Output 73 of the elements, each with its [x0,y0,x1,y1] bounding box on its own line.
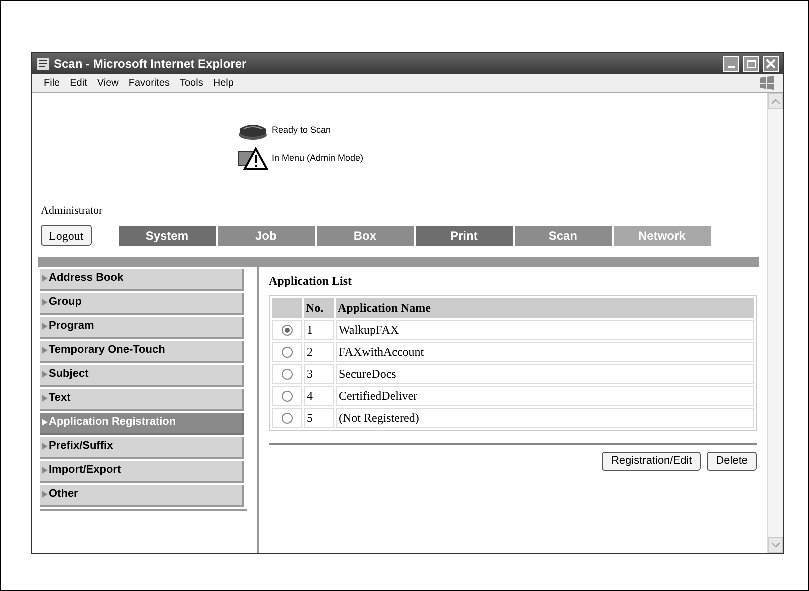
sidebar-item[interactable]: Prefix/Suffix [40,436,244,458]
triangle-icon [42,371,48,378]
menu-item[interactable]: View [97,76,119,90]
table-cell: FAXwithAccount [336,342,754,362]
menu-item[interactable]: Edit [70,76,88,90]
action-button[interactable]: Delete [707,452,757,470]
table-cell: (Not Registered) [336,408,754,428]
radio-button[interactable] [282,413,292,424]
sidebar-label: Application Registration [49,415,176,430]
scroll-up-button[interactable] [768,93,783,109]
sidebar-item[interactable]: Address Book [40,268,244,290]
sidebar-label: Temporary One-Touch [49,343,166,358]
table-cell: 1 [304,320,334,340]
section-heading: Application List [269,272,354,290]
sidebar-item[interactable]: Group [40,292,244,314]
sidebar-item[interactable]: Other [40,484,244,506]
sidebar-item[interactable]: Text [40,388,244,410]
close-button[interactable] [763,56,779,72]
minimize-button[interactable] [723,56,739,72]
triangle-icon [42,395,48,402]
nav-tab[interactable]: System [118,226,218,246]
table-cell: SecureDocs [336,364,754,384]
maximize-button[interactable] [743,56,759,72]
triangle-icon [42,323,48,330]
sidebar-label: Address Book [49,271,124,286]
triangle-icon [42,443,48,450]
windows-logo-icon [759,76,775,90]
status-text: In Menu (Admin Mode) [272,152,364,166]
browser-icon [36,56,50,70]
menu-item[interactable]: Favorites [128,76,170,90]
sidebar-label: Program [49,319,94,334]
header-cell [272,298,302,318]
table-cell: CertifiedDeliver [336,386,754,406]
sidebar-label: Group [49,295,82,310]
status-text: Ready to Scan [272,124,332,138]
column-header: No. [304,298,334,318]
triangle-icon [42,299,48,306]
triangle-icon [42,491,48,498]
window-title: Scan - Microsoft Internet Explorer [54,56,248,72]
sidebar-label: Import/Export [49,463,122,478]
table-cell: 3 [304,364,334,384]
table-cell: 5 [304,408,334,428]
sidebar-item[interactable]: Import/Export [40,460,244,482]
table-cell: 2 [304,342,334,362]
sidebar-label: Other [49,487,78,502]
scroll-down-button[interactable] [768,537,783,553]
sidebar-item[interactable]: Program [40,316,244,338]
action-button[interactable]: Registration/Edit [602,452,702,470]
triangle-icon [42,467,48,474]
radio-button[interactable] [282,369,292,380]
nav-tab[interactable]: Print [416,226,515,246]
caret-down-icon [772,542,780,548]
printer-warning-icon [238,147,268,171]
sidebar-label: Prefix/Suffix [49,439,114,454]
logout-button[interactable]: Logout [41,225,92,246]
user-name: Administrator [40,204,104,219]
triangle-icon [42,419,48,426]
table-cell: WalkupFAX [336,320,754,340]
menu-item[interactable]: Tools [180,76,204,90]
sidebar-label: Text [49,391,71,406]
radio-button[interactable] [282,391,292,402]
column-header: Application Name [336,298,754,318]
caret-up-icon [772,98,780,104]
menu-item[interactable]: Help [213,76,234,90]
menu-item[interactable]: File [44,76,60,90]
sidebar-label: Subject [49,367,89,382]
triangle-icon [42,347,48,354]
radio-button[interactable] [282,325,292,336]
sidebar-item[interactable]: Temporary One-Touch [40,340,244,362]
sidebar-item[interactable]: Subject [40,364,244,386]
table-cell: 4 [304,386,334,406]
triangle-icon [42,275,48,282]
radio-button[interactable] [282,347,292,358]
